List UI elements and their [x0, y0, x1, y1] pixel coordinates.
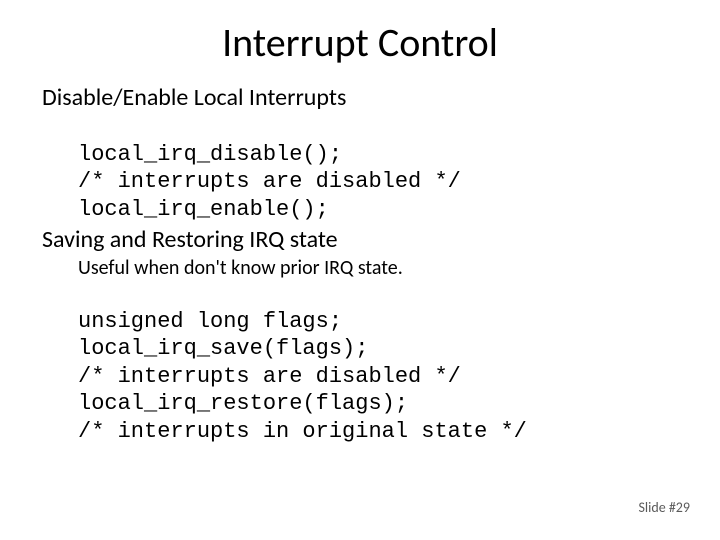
section-note: Useful when don't know prior IRQ state.: [78, 256, 678, 280]
slide: Interrupt Control Disable/Enable Local I…: [0, 0, 720, 540]
code-line: local_irq_disable();: [78, 142, 342, 167]
code-line: unsigned long flags;: [78, 309, 342, 334]
slide-title: Interrupt Control: [0, 0, 720, 81]
code-line: local_irq_restore(flags);: [78, 391, 408, 416]
code-line: /* interrupts in original state */: [78, 419, 527, 444]
slide-number: Slide #29: [638, 499, 690, 516]
slide-body: Disable/Enable Local Interrupts local_ir…: [0, 83, 720, 445]
section-heading-1: Disable/Enable Local Interrupts: [42, 83, 678, 112]
code-line: local_irq_save(flags);: [78, 336, 368, 361]
code-block-2: unsigned long flags; local_irq_save(flag…: [78, 280, 678, 445]
code-line: /* interrupts are disabled */: [78, 364, 461, 389]
code-line: /* interrupts are disabled */: [78, 169, 461, 194]
code-line: local_irq_enable();: [78, 197, 329, 222]
section-heading-2: Saving and Restoring IRQ state: [42, 225, 678, 254]
code-block-1: local_irq_disable(); /* interrupts are d…: [78, 113, 678, 223]
